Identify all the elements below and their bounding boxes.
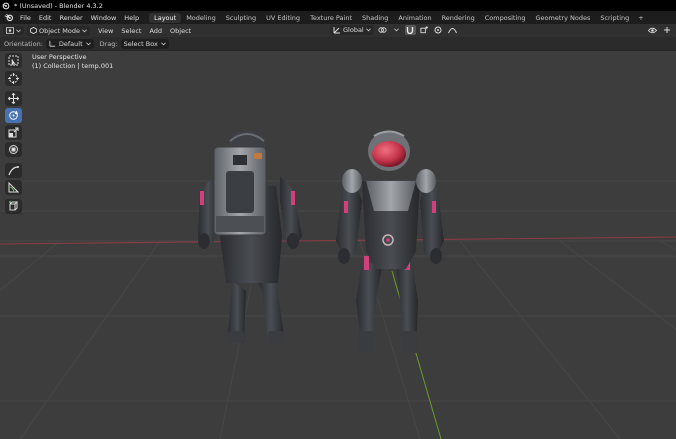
cursor-icon bbox=[8, 73, 19, 84]
mode-dropdown[interactable]: Object Mode bbox=[27, 25, 90, 36]
floor-grid bbox=[0, 180, 676, 439]
editor-type-button[interactable] bbox=[3, 26, 24, 35]
scale-tool[interactable] bbox=[5, 125, 22, 140]
drag-setting-dropdown[interactable]: Select Box bbox=[120, 38, 169, 49]
tab-geometry-nodes[interactable]: Geometry Nodes bbox=[531, 13, 596, 23]
annotate-tool[interactable] bbox=[5, 163, 22, 178]
collection-info-label: (1) Collection | temp.001 bbox=[32, 62, 114, 70]
menu-object[interactable]: Object bbox=[166, 27, 195, 35]
orientation-gizmo-icon bbox=[49, 40, 56, 47]
pivot-point-icon[interactable] bbox=[377, 25, 388, 35]
add-cube-tool[interactable] bbox=[5, 199, 22, 214]
tab-scripting[interactable]: Scripting bbox=[595, 13, 634, 23]
snap-magnet-icon[interactable] bbox=[404, 25, 416, 35]
snap-target-icon[interactable] bbox=[419, 25, 430, 35]
menu-select[interactable]: Select bbox=[117, 27, 145, 35]
tab-modeling[interactable]: Modeling bbox=[181, 13, 221, 23]
pivot-chevron-icon[interactable] bbox=[391, 25, 402, 35]
menu-view[interactable]: View bbox=[94, 27, 117, 35]
window-title: * (Unsaved) - Blender 4.3.2 bbox=[14, 1, 103, 10]
rotate-icon bbox=[9, 110, 19, 120]
viewport-header: Object Mode View Select Add Object Globa… bbox=[0, 24, 676, 37]
astronaut-front-model bbox=[336, 130, 444, 353]
tab-rendering[interactable]: Rendering bbox=[437, 13, 480, 23]
tab-texture-paint[interactable]: Texture Paint bbox=[305, 13, 357, 23]
title-bar: * (Unsaved) - Blender 4.3.2 bbox=[0, 0, 676, 11]
orientation-axes-icon bbox=[333, 27, 340, 34]
chevron-down-icon bbox=[82, 28, 87, 32]
3d-viewport[interactable]: User Perspective (1) Collection | temp.0… bbox=[0, 51, 676, 439]
tab-shading[interactable]: Shading bbox=[357, 13, 393, 23]
menu-window[interactable]: Window bbox=[87, 14, 121, 22]
proportional-edit-icon[interactable] bbox=[433, 25, 444, 35]
tab-compositing[interactable]: Compositing bbox=[480, 13, 531, 23]
transform-icon bbox=[9, 145, 18, 154]
menu-help[interactable]: Help bbox=[120, 14, 143, 22]
tool-settings-bar: Orientation: Default Drag: Select Box bbox=[0, 37, 676, 51]
astronaut-back-model bbox=[198, 130, 302, 343]
visibility-eye-icon[interactable] bbox=[647, 25, 658, 35]
tab-animation[interactable]: Animation bbox=[393, 13, 436, 23]
view-controls bbox=[647, 25, 672, 35]
drag-setting-value: Select Box bbox=[123, 39, 158, 48]
cursor-tool[interactable] bbox=[5, 71, 22, 86]
scale-icon bbox=[8, 127, 19, 138]
measure-ruler-icon bbox=[8, 182, 19, 193]
chevron-down-icon bbox=[160, 41, 166, 45]
tab-layout[interactable]: Layout bbox=[149, 12, 182, 23]
drag-setting-label: Drag: bbox=[99, 39, 118, 48]
orientation-setting-label: Orientation: bbox=[4, 39, 43, 48]
chevron-down-icon bbox=[365, 28, 371, 32]
viewport-editor-icon bbox=[6, 27, 14, 34]
select-box-icon bbox=[8, 55, 19, 66]
menu-render[interactable]: Render bbox=[55, 14, 86, 22]
top-menu-bar: File Edit Render Window Help Layout Mode… bbox=[0, 11, 676, 24]
object-mode-icon bbox=[30, 27, 37, 34]
add-cube-icon bbox=[9, 201, 19, 211]
menu-file[interactable]: File bbox=[16, 14, 35, 22]
rotate-tool[interactable] bbox=[5, 108, 22, 123]
transform-controls: Global bbox=[327, 25, 458, 35]
orientation-setting-dropdown[interactable]: Default bbox=[45, 38, 94, 49]
tab-sculpting[interactable]: Sculpting bbox=[221, 13, 261, 23]
view-perspective-label: User Perspective bbox=[32, 53, 87, 61]
blender-menu-icon[interactable] bbox=[2, 13, 16, 22]
annotate-pencil-icon bbox=[8, 166, 19, 176]
transform-tool[interactable] bbox=[5, 142, 22, 157]
chevron-down-icon bbox=[16, 28, 21, 32]
menu-add[interactable]: Add bbox=[145, 27, 166, 35]
orientation-setting-value: Default bbox=[58, 39, 83, 48]
measure-tool[interactable] bbox=[5, 180, 22, 195]
mode-label: Object Mode bbox=[39, 26, 80, 35]
select-box-tool[interactable] bbox=[5, 53, 22, 68]
workspace-tabs: Layout Modeling Sculpting UV Editing Tex… bbox=[149, 11, 648, 24]
blender-logo-icon bbox=[1, 1, 11, 11]
transform-orientation-dropdown[interactable]: Global bbox=[330, 25, 374, 35]
tab-uv-editing[interactable]: UV Editing bbox=[261, 13, 305, 23]
add-workspace-button[interactable]: + bbox=[634, 14, 647, 22]
chevron-down-icon bbox=[85, 41, 91, 45]
viewport-canvas bbox=[0, 130, 676, 439]
move-tool[interactable] bbox=[5, 91, 22, 106]
orientation-label: Global bbox=[343, 26, 364, 34]
menu-edit[interactable]: Edit bbox=[35, 14, 56, 22]
gizmo-toggle-icon[interactable] bbox=[661, 25, 672, 35]
proportional-falloff-icon[interactable] bbox=[447, 25, 458, 35]
move-icon bbox=[8, 93, 19, 104]
